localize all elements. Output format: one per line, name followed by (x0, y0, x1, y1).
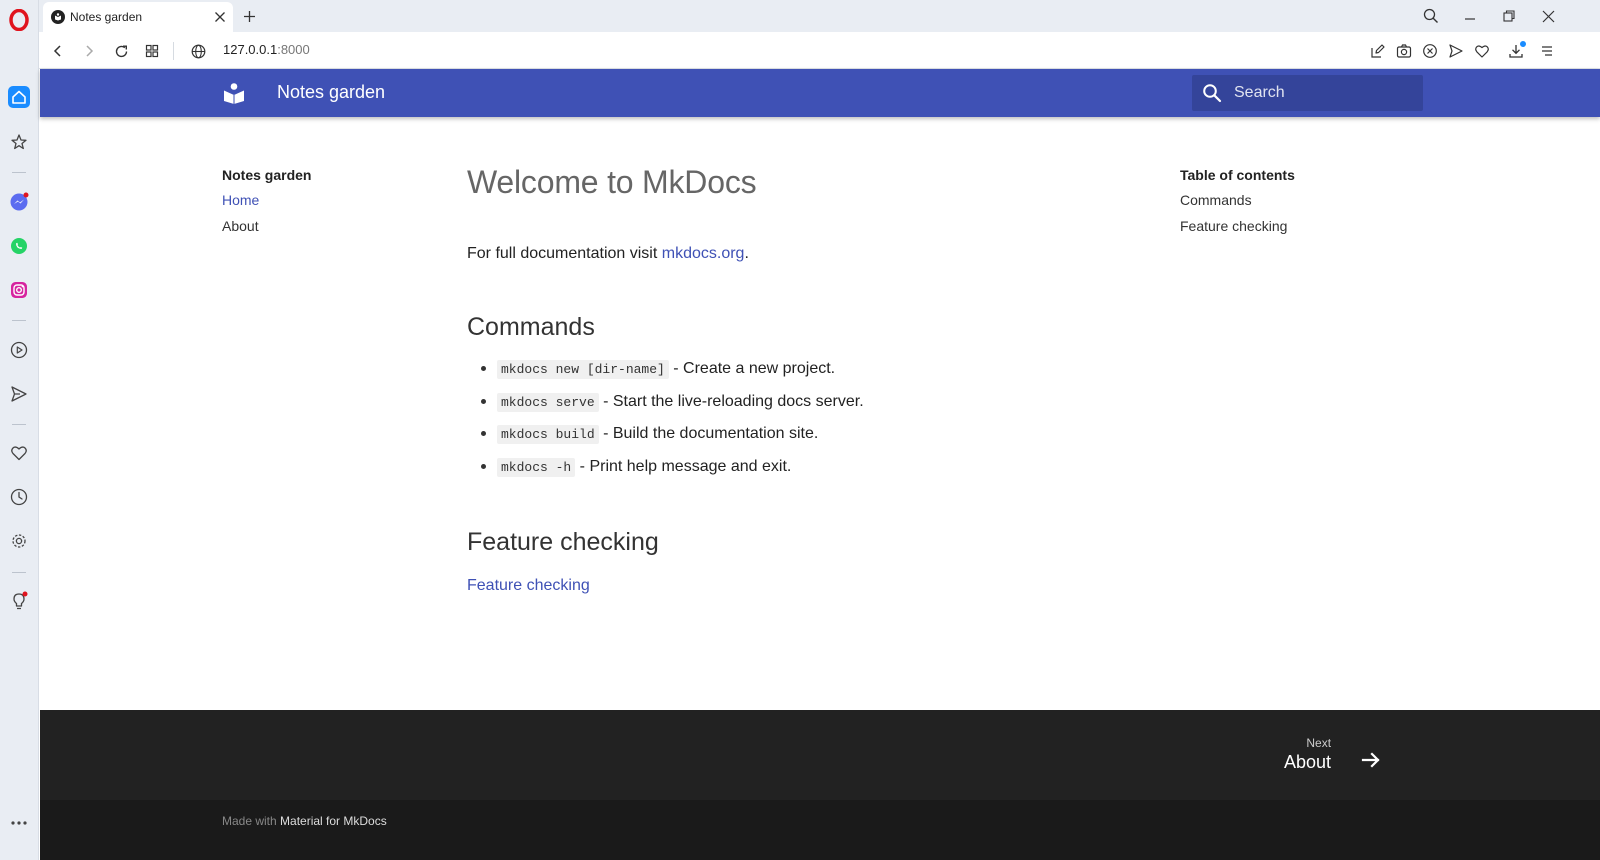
pinboard-icon[interactable] (8, 131, 30, 153)
heart-icon[interactable] (8, 442, 30, 464)
snapshot-icon[interactable] (1394, 41, 1414, 61)
nav-item-home[interactable]: Home (222, 192, 422, 208)
next-title: About (1284, 752, 1332, 772)
site-info-icon[interactable] (187, 40, 209, 62)
url-port: :8000 (277, 42, 310, 57)
page: Notes garden Notes garden Home About Wel… (40, 69, 1600, 860)
url-field[interactable]: 127.0.0.1:8000 (223, 42, 310, 57)
sidebar-separator (12, 572, 26, 573)
easy-setup-icon[interactable] (1537, 41, 1557, 61)
feature-checking-link[interactable]: Feature checking (467, 577, 590, 595)
whatsapp-icon[interactable] (8, 235, 30, 257)
home-icon[interactable] (8, 86, 30, 108)
list-item: mkdocs serve - Start the live-reloading … (467, 391, 1127, 424)
command-code: mkdocs build (497, 425, 599, 444)
table-of-contents: Table of contents Commands Feature check… (1180, 167, 1380, 244)
intro-end: . (744, 245, 749, 262)
player-icon[interactable] (8, 339, 30, 361)
feature-heading: Feature checking (467, 528, 659, 556)
messenger-icon[interactable] (8, 191, 30, 213)
edit-page-icon[interactable] (1368, 41, 1388, 61)
speed-dial-icon[interactable] (141, 40, 163, 62)
command-desc: - Create a new project. (668, 360, 836, 377)
search-icon (1202, 83, 1222, 103)
list-item: mkdocs -h - Print help message and exit. (467, 456, 1127, 489)
search-tabs-icon[interactable] (1420, 5, 1442, 27)
new-tab-icon[interactable] (239, 6, 259, 26)
search-input[interactable] (1234, 84, 1404, 102)
made-with-prefix: Made with (222, 814, 281, 828)
command-desc: - Start the live-reloading docs server. (598, 392, 864, 410)
mkdocs-link[interactable]: mkdocs.org (662, 245, 745, 262)
sidebar-separator (12, 320, 26, 321)
toc-heading: Table of contents (1180, 167, 1295, 183)
bookmark-heart-icon[interactable] (1472, 41, 1492, 61)
arrow-right-icon (1359, 748, 1383, 772)
sidebar-separator (12, 424, 26, 425)
command-code: mkdocs new [dir-name] (497, 360, 669, 379)
tab-title: Notes garden (70, 10, 143, 24)
command-code: mkdocs -h (497, 457, 576, 477)
minimize-icon[interactable] (1459, 5, 1481, 27)
back-icon[interactable] (47, 40, 69, 62)
toc-item-commands[interactable]: Commands (1180, 192, 1380, 208)
main-content: Welcome to MkDocs For full documentation… (467, 164, 1127, 595)
command-desc: - Build the documentation site. (598, 425, 819, 442)
next-page-link[interactable]: Next About (1284, 736, 1383, 773)
primary-nav: Notes garden Home About (222, 167, 422, 244)
site-logo-icon[interactable] (222, 81, 246, 105)
settings-icon[interactable] (8, 530, 30, 552)
command-desc: - Print help message and exit. (575, 457, 792, 475)
history-icon[interactable] (8, 486, 30, 508)
tab-close-icon[interactable] (211, 8, 229, 26)
send-icon[interactable] (8, 383, 30, 405)
toc-item-feature-checking[interactable]: Feature checking (1180, 218, 1380, 234)
commands-heading: Commands (467, 313, 595, 341)
footer-nav: Next About (40, 710, 1600, 800)
more-icon[interactable] (8, 812, 30, 834)
list-item: mkdocs build - Build the documentation s… (467, 423, 1127, 456)
url-separator (173, 42, 174, 60)
browser-sidebar (0, 0, 39, 860)
opera-logo-icon[interactable] (8, 8, 30, 32)
address-bar: 127.0.0.1:8000 (39, 32, 1600, 69)
instagram-icon[interactable] (8, 279, 30, 301)
tab-bar: Notes garden (39, 0, 1600, 32)
lightbulb-icon[interactable] (8, 590, 30, 612)
restore-icon[interactable] (1498, 5, 1520, 27)
search-box[interactable] (1192, 75, 1423, 111)
footer-meta: Made with Material for MkDocs (40, 800, 1600, 860)
command-code: mkdocs serve (497, 392, 599, 412)
page-title: Welcome to MkDocs (467, 164, 757, 200)
browser-tab[interactable]: Notes garden (43, 2, 233, 32)
intro-text: For full documentation visit (467, 245, 662, 262)
sidebar-separator (12, 172, 26, 173)
favicon-icon (51, 10, 65, 24)
intro-paragraph: For full documentation visit mkdocs.org. (467, 245, 1127, 263)
download-badge (1520, 41, 1526, 47)
reload-icon[interactable] (110, 40, 132, 62)
forward-icon[interactable] (78, 40, 100, 62)
nav-item-about[interactable]: About (222, 218, 422, 234)
site-title[interactable]: Notes garden (277, 82, 385, 103)
made-with: Made with Material for MkDocs (222, 814, 387, 828)
site-header: Notes garden (40, 69, 1600, 117)
send-to-icon[interactable] (1446, 41, 1466, 61)
close-window-icon[interactable] (1537, 5, 1559, 27)
adblock-icon[interactable] (1420, 41, 1440, 61)
nav-heading: Notes garden (222, 167, 312, 183)
material-link[interactable]: Material for MkDocs (280, 814, 387, 828)
next-label: Next (1306, 736, 1332, 750)
url-host: 127.0.0.1 (223, 42, 278, 57)
list-item: mkdocs new [dir-name] - Create a new pro… (467, 358, 1127, 391)
commands-list: mkdocs new [dir-name] - Create a new pro… (467, 358, 1127, 488)
download-icon[interactable] (1506, 41, 1526, 61)
